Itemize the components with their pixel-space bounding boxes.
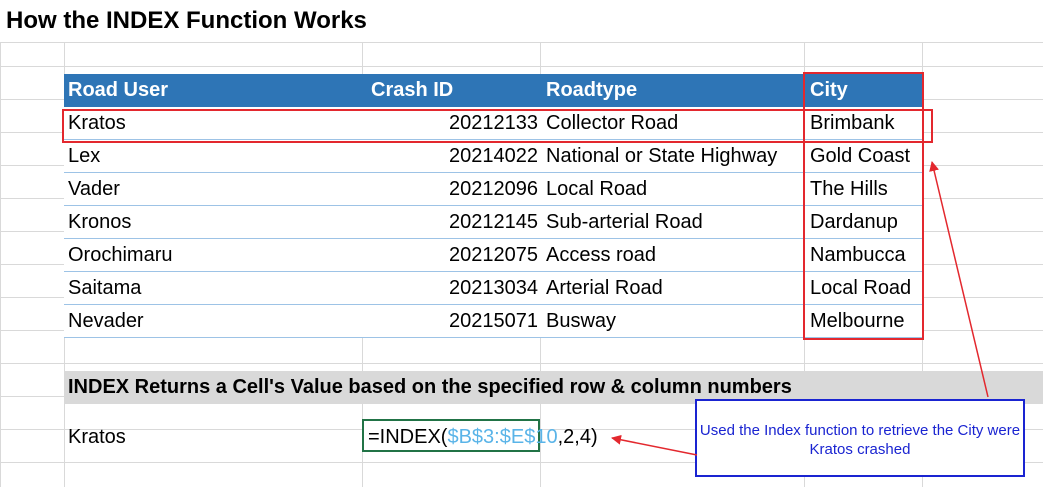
- cell-city[interactable]: The Hills: [806, 172, 924, 206]
- cell-crash-id[interactable]: 20215071: [367, 304, 542, 338]
- formula-prefix: =INDEX(: [368, 426, 448, 448]
- cell-crash-id[interactable]: 20213034: [367, 271, 542, 305]
- formula-suffix: ,2,4): [557, 426, 598, 448]
- callout-box: Used the Index function to retrieve the …: [695, 399, 1025, 477]
- table-row: Kronos 20212145 Sub-arterial Road Dardan…: [64, 205, 924, 239]
- formula-cell[interactable]: =INDEX($B$3:$E$10,2,4): [362, 419, 598, 452]
- cell-roadtype[interactable]: Busway: [542, 304, 806, 338]
- table-header-row: Road User Crash ID Roadtype City: [64, 74, 924, 107]
- header-road-user[interactable]: Road User: [64, 74, 367, 107]
- cell-road-user[interactable]: Vader: [64, 172, 367, 206]
- road-user-table[interactable]: Road User Crash ID Roadtype City Kratos …: [64, 74, 924, 338]
- table-row: Saitama 20213034 Arterial Road Local Roa…: [64, 271, 924, 305]
- cell-road-user[interactable]: Orochimaru: [64, 238, 367, 272]
- table-row: Vader 20212096 Local Road The Hills: [64, 172, 924, 206]
- cell-crash-id[interactable]: 20212075: [367, 238, 542, 272]
- cell-crash-id[interactable]: 20212096: [367, 172, 542, 206]
- cell-city[interactable]: Nambucca: [806, 238, 924, 272]
- cell-road-user[interactable]: Kronos: [64, 205, 367, 239]
- table-row: Lex 20214022 National or State Highway G…: [64, 139, 924, 173]
- cell-road-user[interactable]: Saitama: [64, 271, 367, 305]
- cell-roadtype[interactable]: Local Road: [542, 172, 806, 206]
- cell-crash-id[interactable]: 20212145: [367, 205, 542, 239]
- header-crash-id[interactable]: Crash ID: [367, 74, 542, 107]
- header-city[interactable]: City: [806, 74, 924, 107]
- callout-text: Used the Index function to retrieve the …: [699, 422, 1021, 458]
- cell-crash-id[interactable]: 20214022: [367, 139, 542, 173]
- cell-city[interactable]: Gold Coast: [806, 139, 924, 173]
- cell-city[interactable]: Dardanup: [806, 205, 924, 239]
- cell-city[interactable]: Local Road: [806, 271, 924, 305]
- cell-roadtype[interactable]: Collector Road: [542, 107, 806, 140]
- sheet-title: How the INDEX Function Works: [6, 7, 367, 34]
- sheet-title-row[interactable]: How the INDEX Function Works: [0, 0, 1043, 43]
- cell-road-user[interactable]: Lex: [64, 139, 367, 173]
- cell-crash-id[interactable]: 20212133: [367, 107, 542, 140]
- result-road-user[interactable]: Kratos: [68, 426, 126, 449]
- formula-range-ref: $B$3:$E$10: [447, 426, 558, 448]
- cell-city[interactable]: Melbourne: [806, 304, 924, 338]
- cell-road-user[interactable]: Kratos: [64, 107, 367, 140]
- table-row: Nevader 20215071 Busway Melbourne: [64, 304, 924, 338]
- header-roadtype[interactable]: Roadtype: [542, 74, 806, 107]
- cell-roadtype[interactable]: Access road: [542, 238, 806, 272]
- cell-roadtype[interactable]: National or State Highway: [542, 139, 806, 173]
- cell-city[interactable]: Brimbank: [806, 107, 924, 140]
- cell-roadtype[interactable]: Arterial Road: [542, 271, 806, 305]
- cell-road-user[interactable]: Nevader: [64, 304, 367, 338]
- explanation-text: INDEX Returns a Cell's Value based on th…: [68, 376, 792, 398]
- cell-roadtype[interactable]: Sub-arterial Road: [542, 205, 806, 239]
- table-row: Kratos 20212133 Collector Road Brimbank: [64, 107, 924, 140]
- table-row: Orochimaru 20212075 Access road Nambucca: [64, 238, 924, 272]
